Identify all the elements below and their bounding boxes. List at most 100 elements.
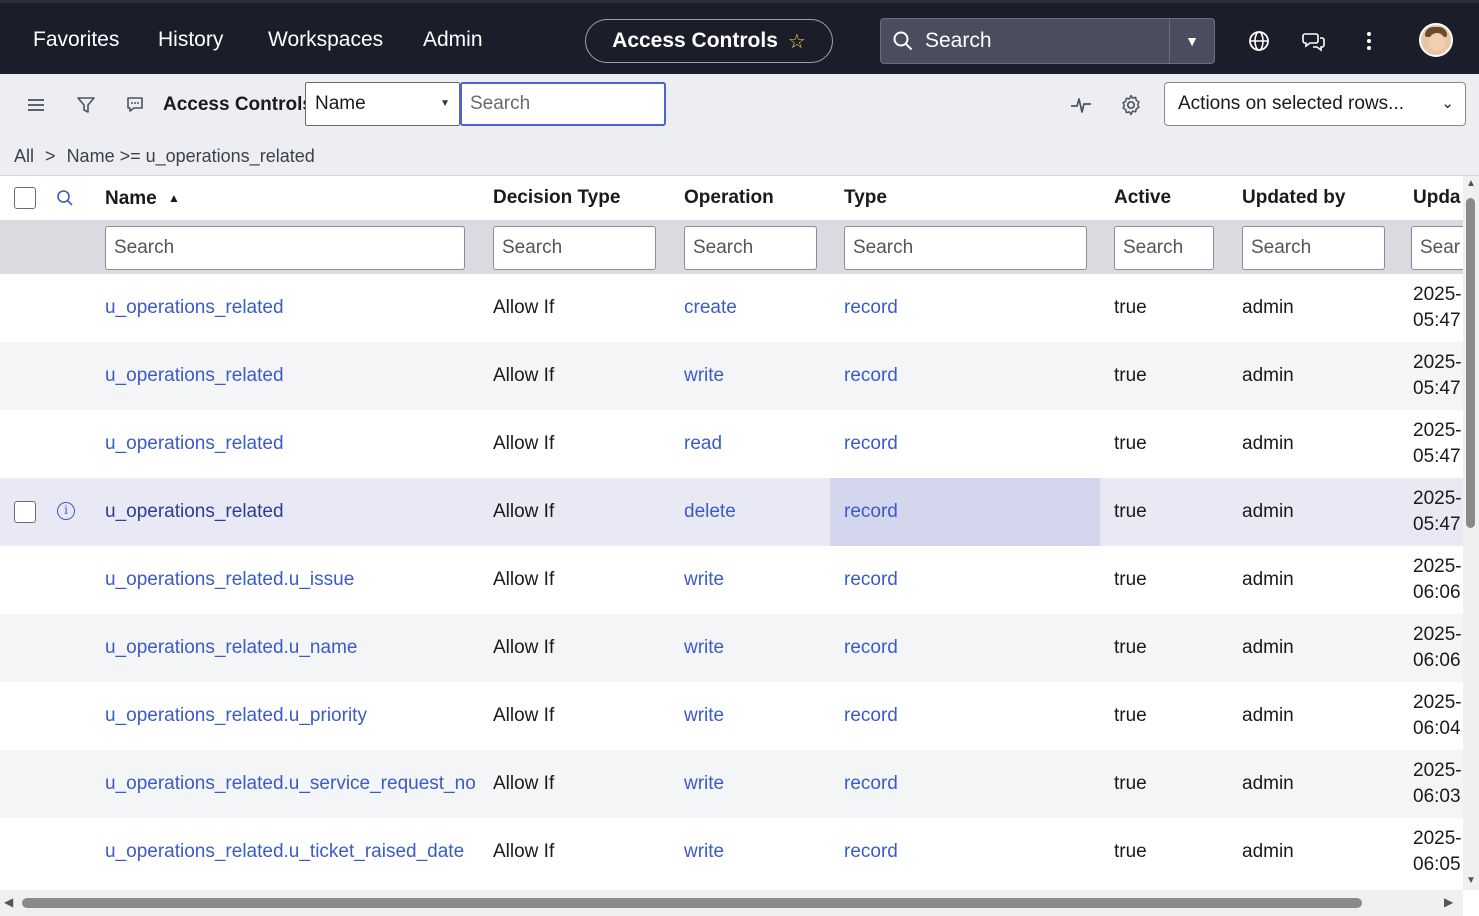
cell-updated-date: 2025- xyxy=(1413,284,1462,305)
scroll-left-icon[interactable]: ◀ xyxy=(4,895,13,909)
scroll-down-icon[interactable]: ▼ xyxy=(1466,875,1476,886)
vertical-scroll-thumb[interactable] xyxy=(1466,198,1475,528)
activity-pulse-icon[interactable] xyxy=(1068,92,1094,118)
cell-name[interactable]: u_operations_related xyxy=(105,274,284,342)
table-row[interactable]: u_operations_related Allow If read record tr… xyxy=(0,410,1463,478)
column-header-updated-by[interactable]: Updated by xyxy=(1242,176,1345,220)
search-field-select[interactable]: Name ▼ xyxy=(305,82,460,126)
gear-icon[interactable] xyxy=(1118,92,1144,118)
scroll-right-icon[interactable]: ▶ xyxy=(1444,895,1453,909)
scroll-up-icon[interactable]: ▲ xyxy=(1466,178,1476,189)
cell-type[interactable]: record xyxy=(844,614,898,682)
cell-operation[interactable]: write xyxy=(684,342,724,410)
column-search-icon[interactable] xyxy=(56,189,74,212)
nav-admin[interactable]: Admin xyxy=(423,3,483,77)
breadcrumb-condition[interactable]: Name >= u_operations_related xyxy=(67,146,315,166)
cell-operation[interactable]: write xyxy=(684,546,724,614)
cell-operation[interactable]: write xyxy=(684,750,724,818)
cell-decision-type: Allow If xyxy=(493,705,555,726)
cell-updated-time: 06:04 xyxy=(1413,718,1461,739)
cell-updated-date: 2025- xyxy=(1413,828,1462,849)
cell-name[interactable]: u_operations_related.u_service_request_n… xyxy=(105,750,476,818)
cell-type[interactable]: record xyxy=(844,750,898,818)
current-page-pill[interactable]: Access Controls ☆ xyxy=(585,19,833,63)
global-search: Search ▼ xyxy=(880,18,1215,64)
comment-icon[interactable] xyxy=(122,92,148,118)
column-header-type[interactable]: Type xyxy=(844,176,887,220)
online-status-icon xyxy=(1445,48,1451,55)
cell-name[interactable]: u_operations_related.u_priority xyxy=(105,682,367,750)
cell-active: true xyxy=(1114,637,1147,658)
cell-decision-type: Allow If xyxy=(493,365,555,386)
cell-type[interactable]: record xyxy=(844,818,898,886)
cell-type[interactable]: record xyxy=(844,342,898,410)
user-avatar[interactable] xyxy=(1419,23,1453,57)
cell-name[interactable]: u_operations_related xyxy=(105,410,284,478)
table-row[interactable]: u_operations_related.u_service_request_n… xyxy=(0,750,1463,818)
hamburger-menu-icon[interactable] xyxy=(23,92,49,118)
cell-operation[interactable]: write xyxy=(684,682,724,750)
cell-active: true xyxy=(1114,433,1147,454)
more-vert-icon[interactable] xyxy=(1355,27,1383,55)
favorite-star-icon[interactable]: ☆ xyxy=(788,29,806,54)
table-row[interactable]: u_operations_related.u_priority Allow If w… xyxy=(0,682,1463,750)
cell-operation[interactable]: delete xyxy=(684,478,736,546)
nav-workspaces[interactable]: Workspaces xyxy=(268,3,383,77)
horizontal-scroll-thumb[interactable] xyxy=(22,898,1362,908)
cell-operation[interactable]: write xyxy=(684,614,724,682)
cell-updated-date: 2025- xyxy=(1413,760,1462,781)
global-search-input[interactable]: Search xyxy=(881,19,1169,63)
chat-icon[interactable] xyxy=(1300,27,1328,55)
filter-active-input[interactable]: Search xyxy=(1114,226,1214,270)
cell-updated: 2025- 05:47 xyxy=(1413,274,1462,342)
cell-name[interactable]: u_operations_related xyxy=(105,342,284,410)
cell-updated-by: admin xyxy=(1242,705,1294,726)
column-header-active[interactable]: Active xyxy=(1114,176,1171,220)
info-icon[interactable]: i xyxy=(57,502,75,520)
filter-icon[interactable] xyxy=(73,92,99,118)
cell-name[interactable]: u_operations_related.u_name xyxy=(105,614,357,682)
globe-icon[interactable] xyxy=(1245,27,1273,55)
list-search-input[interactable]: Search xyxy=(460,82,666,126)
cell-updated: 2025- 06:06 xyxy=(1413,614,1462,682)
column-header-operation[interactable]: Operation xyxy=(684,176,774,220)
cell-operation[interactable]: create xyxy=(684,274,737,342)
cell-updated: 2025- 06:03 xyxy=(1413,750,1462,818)
cell-name[interactable]: u_operations_related.u_ticket_raised_dat… xyxy=(105,818,464,886)
table-row[interactable]: u_operations_related.u_name Allow If write… xyxy=(0,614,1463,682)
search-scope-dropdown[interactable]: ▼ xyxy=(1169,19,1214,63)
select-all-checkbox[interactable] xyxy=(14,187,36,209)
cell-decision-type: Allow If xyxy=(493,773,555,794)
filter-type-input[interactable]: Search xyxy=(844,226,1087,270)
search-icon xyxy=(893,31,913,51)
nav-favorites[interactable]: Favorites xyxy=(33,3,119,77)
cell-type[interactable]: record xyxy=(844,546,898,614)
filter-updated-by-input[interactable]: Search xyxy=(1242,226,1385,270)
filter-operation-input[interactable]: Search xyxy=(684,226,817,270)
horizontal-scrollbar[interactable]: ◀ ▶ xyxy=(0,890,1463,916)
filter-updated-input[interactable]: Sear xyxy=(1411,226,1463,270)
column-header-updated[interactable]: Upda xyxy=(1413,176,1461,220)
table-row[interactable]: u_operations_related Allow If write record t… xyxy=(0,342,1463,410)
nav-history[interactable]: History xyxy=(158,3,223,77)
column-header-decision-type[interactable]: Decision Type xyxy=(493,176,620,220)
filter-decision-type-input[interactable]: Search xyxy=(493,226,656,270)
row-checkbox[interactable] xyxy=(14,501,36,523)
cell-type[interactable]: record xyxy=(844,410,898,478)
table-row[interactable]: u_operations_related.u_issue Allow If writ… xyxy=(0,546,1463,614)
table-row[interactable]: u_operations_related.u_ticket_raised_dat… xyxy=(0,818,1463,886)
cell-operation[interactable]: write xyxy=(684,818,724,886)
cell-name[interactable]: u_operations_related.u_issue xyxy=(105,546,354,614)
cell-name[interactable]: u_operations_related xyxy=(105,478,284,546)
actions-on-selected-rows-select[interactable]: Actions on selected rows... ⌄ xyxy=(1164,82,1466,126)
column-header-name[interactable]: Name ▲ xyxy=(105,176,180,220)
table-row[interactable]: i u_operations_related Allow If delete recor… xyxy=(0,478,1463,546)
vertical-scrollbar[interactable]: ▲ ▼ xyxy=(1463,176,1479,890)
cell-type[interactable]: record xyxy=(844,682,898,750)
cell-operation[interactable]: read xyxy=(684,410,722,478)
cell-type[interactable]: record xyxy=(844,478,898,546)
breadcrumb-all[interactable]: All xyxy=(14,146,34,166)
filter-name-input[interactable]: Search xyxy=(105,226,465,270)
cell-type[interactable]: record xyxy=(844,274,898,342)
table-row[interactable]: u_operations_related Allow If create record… xyxy=(0,274,1463,342)
